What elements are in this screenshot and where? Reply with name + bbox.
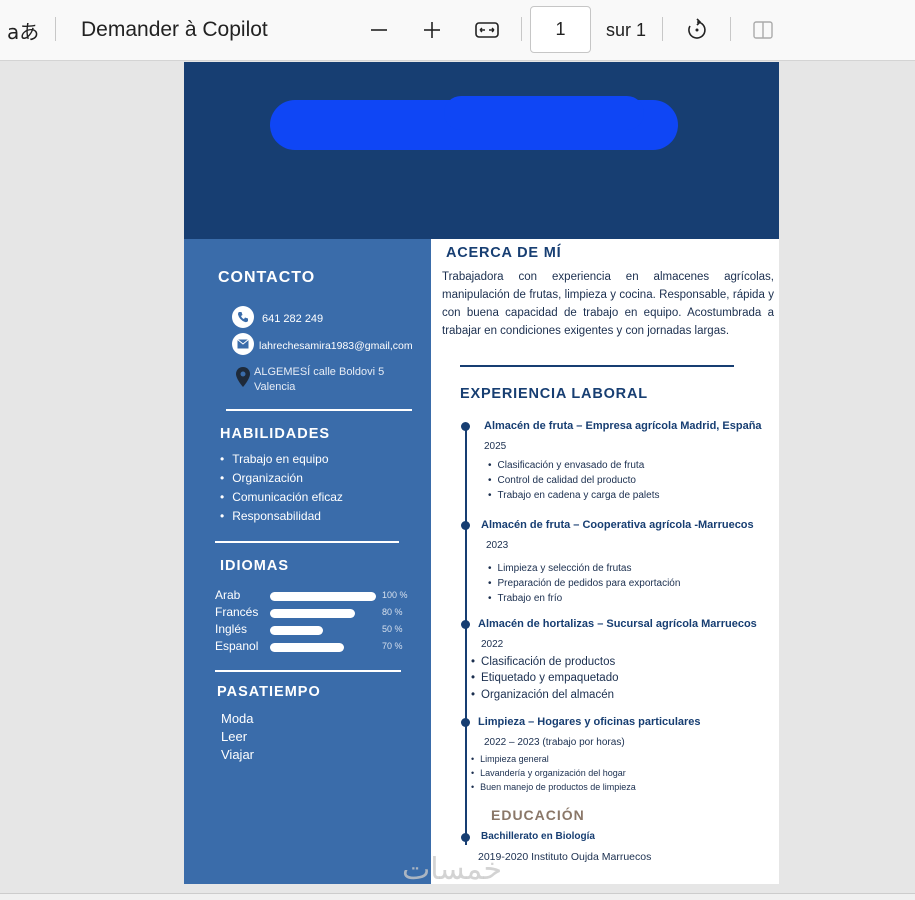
job-bullet: Organización del almacén [471, 689, 614, 701]
zoom-in-button[interactable] [414, 12, 450, 48]
job-bullet: Trabajo en frío [488, 593, 563, 604]
skill-item: Responsabilidad [220, 507, 343, 526]
languages-heading: IDIOMAS [220, 558, 290, 574]
plus-icon [424, 22, 440, 38]
job-bullet: Etiquetado y empaquetado [471, 672, 618, 684]
skills-heading: HABILIDADES [220, 426, 331, 442]
email-address: lahrechesamira1983@gmail,com [259, 340, 413, 352]
skill-item: Comunicación eficaz [220, 488, 343, 507]
contact-heading: CONTACTO [218, 269, 316, 286]
hobbies-heading: PASATIEMPO [217, 684, 321, 700]
name-redaction [444, 96, 644, 130]
two-page-view-button[interactable] [746, 12, 782, 48]
language-row: Arab 100 % [215, 588, 425, 604]
experience-heading: EXPERIENCIA LABORAL [460, 386, 648, 402]
language-row: Inglés 50 % [215, 622, 425, 638]
rotate-button[interactable] [679, 12, 715, 48]
job-bullet: Preparación de pedidos para exportación [488, 578, 681, 589]
watermark: خمسات [402, 852, 503, 887]
page-number-input[interactable] [530, 6, 591, 53]
job-year: 2022 [481, 639, 504, 650]
divider [215, 670, 401, 672]
language-level-bar [270, 609, 355, 618]
education-heading: EDUCACIÓN [491, 807, 585, 823]
ask-copilot-button[interactable]: Demander à Copilot [81, 18, 268, 42]
timeline-dot [461, 620, 470, 629]
job-year: 2025 [484, 441, 507, 452]
toolbar-divider [730, 17, 731, 41]
job-bullet: Limpieza y selección de frutas [488, 563, 632, 574]
rotate-icon [688, 18, 706, 39]
job-bullet: Control de calidad del producto [488, 475, 636, 486]
education-degree: Bachillerato en Biología [481, 831, 595, 842]
address-line: ALGEMESÍ calle Boldovi 5 [254, 366, 385, 378]
language-level-bar [270, 626, 323, 635]
job-year: 2023 [486, 540, 509, 551]
zoom-out-button[interactable] [361, 12, 397, 48]
divider [460, 365, 734, 367]
email-icon [232, 333, 254, 355]
education-detail: 2019-2020 Instituto Oujda Marruecos [478, 851, 652, 863]
two-page-icon [753, 21, 773, 39]
address-city: Valencia [254, 381, 296, 393]
toolbar-divider [521, 17, 522, 41]
timeline-dot [461, 422, 470, 431]
pdf-toolbar: aあ Demander à Copilot sur 1 [0, 0, 915, 61]
timeline-line [465, 425, 467, 845]
job-bullet: Clasificación de productos [471, 656, 615, 668]
hobby-item: Moda [221, 711, 254, 726]
language-name: Espanol [215, 639, 259, 653]
divider [226, 409, 412, 411]
language-percent: 70 % [382, 641, 403, 651]
language-name: Inglés [215, 622, 248, 636]
page-total: sur 1 [606, 20, 647, 40]
language-percent: 80 % [382, 607, 403, 617]
job-title: Almacén de fruta – Empresa agrícola Madr… [484, 420, 762, 432]
fit-width-button[interactable] [469, 12, 505, 48]
language-row: Francés 80 % [215, 605, 425, 621]
job-title: Limpieza – Hogares y oficinas particular… [478, 716, 701, 728]
toolbar-divider [662, 17, 663, 41]
about-text: Trabajadora con experiencia en almacenes… [442, 271, 774, 337]
language-level-bar [270, 592, 376, 601]
cv-page: CONTACTO 641 282 249 lahrechesamira1983@… [184, 62, 779, 884]
job-title: Almacén de hortalizas – Sucursal agrícol… [478, 618, 757, 630]
timeline-dot [461, 718, 470, 727]
job-bullet: Trabajo en cadena y carga de palets [488, 490, 660, 501]
hobby-item: Leer [221, 729, 248, 744]
skill-item: Trabajo en equipo [220, 450, 343, 469]
phone-number: 641 282 249 [262, 313, 324, 325]
bottom-edge [0, 893, 915, 900]
language-level-bar [270, 643, 344, 652]
language-percent: 100 % [382, 590, 408, 600]
about-heading: ACERCA DE MÍ [446, 245, 562, 261]
language-percent: 50 % [382, 624, 403, 634]
language-name: Arab [215, 588, 241, 602]
skills-list: Trabajo en equipo Organización Comunicac… [220, 450, 343, 526]
translate-icon[interactable]: aあ [7, 16, 39, 45]
hobby-item: Viajar [221, 747, 255, 762]
toolbar-divider [55, 17, 56, 41]
timeline-dot [461, 833, 470, 842]
phone-icon [232, 306, 254, 328]
skill-item: Organización [220, 469, 343, 488]
sidebar: CONTACTO 641 282 249 lahrechesamira1983@… [184, 239, 431, 884]
fit-width-icon [475, 22, 499, 38]
timeline-dot [461, 521, 470, 530]
location-pin-icon [236, 367, 250, 387]
language-name: Francés [215, 605, 259, 619]
job-bullet: Limpieza general [471, 754, 549, 764]
job-bullet: Lavandería y organización del hogar [471, 768, 626, 778]
job-bullet: Buen manejo de productos de limpieza [471, 782, 636, 792]
name-banner [184, 62, 779, 239]
job-bullet: Clasificación y envasado de fruta [488, 460, 645, 471]
job-year: 2022 – 2023 (trabajo por horas) [484, 737, 625, 748]
minus-icon [371, 29, 387, 31]
language-row: Espanol 70 % [215, 639, 425, 655]
divider [215, 541, 399, 543]
job-title: Almacén de fruta – Cooperativa agrícola … [481, 519, 754, 531]
